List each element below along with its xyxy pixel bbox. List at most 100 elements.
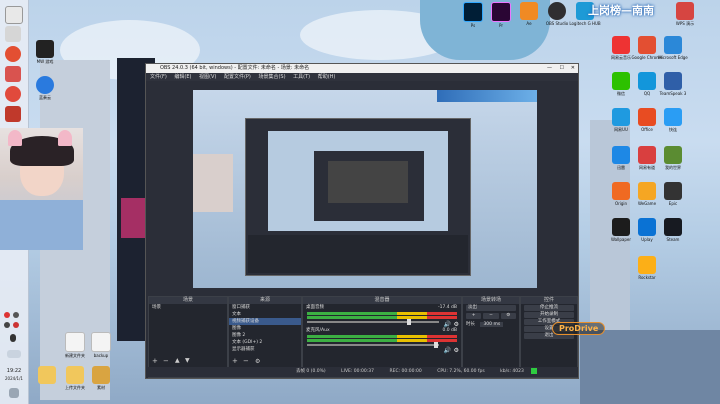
app-icon [664, 36, 682, 54]
obs-titlebar[interactable]: OBS 24.0.3 (64 bit, windows) - 配置文件: 未命名… [146, 64, 578, 73]
app-icon [664, 72, 682, 90]
desktop-icon[interactable]: WPS 演示 [668, 2, 702, 26]
nested-obs-window [314, 151, 424, 221]
document-icon [91, 332, 111, 352]
menu-profile[interactable]: 配置文件(P) [224, 74, 251, 80]
input-method-icon[interactable] [7, 350, 21, 358]
desktop-icon[interactable]: Epic [656, 182, 690, 206]
tray-icon[interactable] [13, 322, 19, 328]
add-scene-button[interactable]: + [152, 357, 158, 365]
source-item[interactable]: 窗口捕获 [229, 304, 301, 311]
remove-transition-button[interactable]: − [483, 313, 499, 319]
speaker-icon[interactable]: 🔊 [444, 321, 451, 328]
volume-slider-handle[interactable] [407, 319, 412, 325]
gear-icon[interactable]: ⚙ [500, 313, 516, 319]
gear-icon[interactable]: ⚙ [454, 347, 459, 354]
clock-date[interactable]: 2024/1/1 [0, 376, 28, 381]
duration-input[interactable]: 300 ms [480, 322, 504, 327]
clock-time[interactable]: 19:22 [0, 368, 28, 374]
microphone-icon[interactable] [10, 334, 16, 342]
obs-window[interactable]: OBS 24.0.3 (64 bit, windows) - 配置文件: 未命名… [145, 63, 579, 379]
obs-statusbar: 丢帧 0 (0.0%) LIVE: 00:00:37 REC: 00:00:00… [146, 367, 578, 377]
volume-slider[interactable] [307, 319, 439, 325]
bitrate: kb/s: 4023 [500, 369, 524, 374]
desktop-icon[interactable]: 蓝奏云 [28, 76, 62, 100]
desktop-icon[interactable]: backup [84, 332, 118, 358]
gear-icon[interactable]: ⚙ [255, 358, 260, 365]
menu-file[interactable]: 文件(F) [150, 74, 167, 80]
photoshop-icon [463, 2, 483, 22]
remove-scene-button[interactable]: − [163, 357, 169, 365]
lanzou-cloud-icon [36, 76, 54, 94]
webcam-overlay [0, 128, 83, 250]
app-icon [664, 146, 682, 164]
stop-streaming-button[interactable]: 停止推流 [524, 305, 574, 311]
desktop-icon[interactable]: 素材 [84, 366, 118, 390]
menu-tools[interactable]: 工具(T) [293, 74, 310, 80]
app-taskbar-icon[interactable] [5, 66, 21, 82]
premiere-icon [491, 2, 511, 22]
mw-game-icon [36, 40, 54, 58]
preview-banner [437, 90, 537, 102]
volume-icon[interactable] [4, 322, 10, 328]
source-item[interactable]: 显示器捕获 [229, 346, 301, 353]
add-transition-button[interactable]: + [466, 313, 482, 319]
sources-header: 来源 [229, 297, 301, 304]
app-icon [638, 182, 656, 200]
start-recording-button[interactable]: 开始录制 [524, 312, 574, 318]
app-icon [638, 36, 656, 54]
tray-icon[interactable] [13, 312, 19, 318]
transitions-dock: 场景转场 淡出 + − ⚙ 时长 300 ms [462, 296, 520, 378]
app-icon [638, 256, 656, 274]
channel-name: 桌面音频 [306, 305, 324, 310]
cat-ear-left [8, 130, 22, 146]
app-taskbar-icon[interactable] [5, 106, 21, 122]
close-button[interactable]: ✕ [571, 64, 575, 73]
volume-slider-handle[interactable] [433, 342, 438, 348]
minimize-button[interactable]: — [547, 64, 552, 73]
volume-slider[interactable] [307, 342, 439, 348]
desktop-icon[interactable]: 我的世界 [656, 146, 690, 170]
desktop-icon[interactable]: MW 游戏 [28, 40, 62, 64]
desktop-icon[interactable] [30, 366, 64, 384]
transition-buttons: + − ⚙ [466, 313, 516, 319]
source-item-selected[interactable]: 视频捕获设备 [229, 318, 301, 325]
menu-edit[interactable]: 编辑(E) [174, 74, 191, 80]
netease-taskbar-icon[interactable] [5, 86, 21, 102]
scene-item[interactable]: 场景 [149, 304, 227, 311]
gear-icon[interactable]: ⚙ [454, 321, 459, 328]
start-button[interactable] [5, 6, 23, 24]
add-source-button[interactable]: + [232, 357, 238, 365]
mixer-dock: 混音器 桌面音频 -17.4 dB 麦克风/Aux 0.0 dB 🔊 ⚙ 🔊 ⚙ [302, 296, 462, 378]
task-view-icon[interactable] [5, 26, 21, 42]
desktop-icon[interactable]: 快连 [656, 108, 690, 132]
source-item[interactable]: 图像 2 [229, 332, 301, 339]
app-icon [638, 108, 656, 126]
menu-help[interactable]: 帮助(H) [318, 74, 336, 80]
app-icon [664, 182, 682, 200]
notification-icon[interactable] [9, 388, 19, 398]
menu-view[interactable]: 视图(V) [199, 74, 216, 80]
duration-label: 时长 [466, 322, 475, 327]
channel-banner: 上岗榜—南南 [588, 4, 654, 17]
source-item[interactable]: 文本 [229, 311, 301, 318]
desktop-icon[interactable]: Microsoft Edge [656, 36, 690, 60]
menu-scene-collection[interactable]: 场景集合(S) [258, 74, 285, 80]
chrome-taskbar-icon[interactable] [5, 46, 21, 62]
desktop-icon[interactable]: TeamSpeak 3 [656, 72, 690, 96]
desktop-icon[interactable]: Rockstar [630, 256, 664, 280]
move-up-icon[interactable]: ▲ [175, 357, 180, 364]
wps-icon [676, 2, 694, 20]
app-icon [612, 36, 630, 54]
obs-preview[interactable] [193, 90, 537, 288]
obs-title: OBS 24.0.3 (64 bit, windows) - 配置文件: 未命名… [160, 65, 310, 71]
tray-icon[interactable] [4, 312, 10, 318]
speaker-icon[interactable]: 🔊 [444, 347, 451, 354]
maximize-button[interactable]: ☐ [560, 64, 564, 73]
source-item[interactable]: 文本 (GDI+) 2 [229, 339, 301, 346]
transition-select[interactable]: 淡出 [466, 305, 516, 311]
desktop-icon[interactable]: Steam [656, 218, 690, 242]
source-item[interactable]: 图像 [229, 325, 301, 332]
move-down-icon[interactable]: ▼ [185, 357, 190, 364]
remove-source-button[interactable]: − [243, 357, 249, 365]
